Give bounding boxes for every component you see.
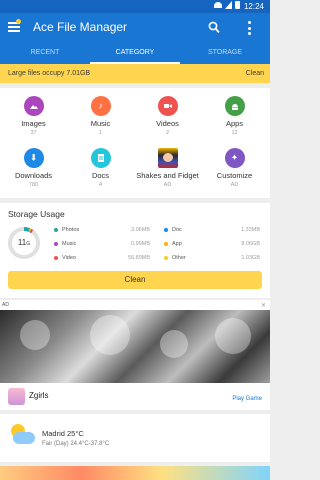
image-icon <box>23 96 44 116</box>
legend-doc: Doc 1.33MB <box>164 227 264 233</box>
category-downloads[interactable]: ⬇ Downloads 780 <box>0 148 67 188</box>
category-images[interactable]: Images 37 <box>0 96 67 136</box>
document-icon <box>90 148 111 168</box>
storage-usage-heading: Storage Usage <box>8 209 65 219</box>
tab-category[interactable]: CATEGORY <box>90 44 180 64</box>
wifi-icon <box>214 2 222 8</box>
storage-ring-chart: 11G <box>8 227 40 259</box>
storage-total: 11G <box>12 231 36 255</box>
status-time: 12:24 <box>243 2 264 11</box>
category-music[interactable]: ♪ Music 1 <box>67 96 134 136</box>
category-label: Music <box>90 119 111 128</box>
ad-tag: AD <box>2 302 9 308</box>
ad-play-game-link[interactable]: Play Game <box>232 396 262 402</box>
legend-music: Music 0.99MB <box>54 241 154 247</box>
legend-other: Other 1.03GB <box>164 255 264 261</box>
weather-city-temp: Madrid 25°C <box>42 429 84 438</box>
category-label: Images <box>21 119 46 128</box>
ad-close-icon[interactable]: ✕ <box>261 302 266 309</box>
category-label: Videos <box>156 119 179 128</box>
app-title: Ace File Manager <box>33 20 128 34</box>
music-icon: ♪ <box>90 96 111 116</box>
legend-video: Video 56.89MB <box>54 255 154 261</box>
app-bar: Ace File Manager <box>0 13 270 44</box>
category-count: 2 <box>165 130 170 136</box>
video-icon <box>157 96 178 116</box>
storage-usage-card: Storage Usage 11G Photos 3.06MB Doc 1.33… <box>0 203 270 298</box>
menu-icon[interactable] <box>8 19 21 33</box>
android-icon <box>224 96 245 116</box>
category-count: AD <box>230 182 239 188</box>
status-icons <box>214 1 240 9</box>
battery-icon <box>235 1 240 9</box>
game-icon <box>157 148 178 168</box>
tab-storage[interactable]: STORAGE <box>180 44 270 64</box>
category-count: 4 <box>98 182 103 188</box>
category-apps[interactable]: Apps 12 <box>201 96 268 136</box>
download-icon: ⬇ <box>23 148 44 168</box>
legend-app: App 8.06GB <box>164 241 264 247</box>
notification-dot-icon <box>16 19 21 24</box>
partly-cloudy-icon <box>9 424 35 446</box>
category-count: 1 <box>98 130 103 136</box>
category-count: 12 <box>231 130 238 136</box>
category-customize[interactable]: ✦ Customize AD <box>201 148 268 188</box>
ad-card[interactable]: AD ✕ Zgirls Play Game <box>0 300 270 410</box>
category-count: 37 <box>30 130 37 136</box>
category-count: 780 <box>28 182 39 188</box>
tab-bar: RECENT CATEGORY STORAGE <box>0 44 270 64</box>
large-files-banner: Large files occupy 7.01GB Clean <box>0 64 270 83</box>
more-options-icon[interactable] <box>248 21 252 35</box>
signal-icon <box>225 1 232 9</box>
category-label: Docs <box>91 171 110 180</box>
storage-clean-button[interactable]: Clean <box>8 271 262 289</box>
category-shakes-and-fidget[interactable]: Shakes and Fidget AD <box>134 148 201 188</box>
search-icon[interactable] <box>208 21 220 35</box>
category-grid: Images 37 ♪ Music 1 Videos 2 Apps 12 ⬇ D… <box>0 88 270 198</box>
bottom-ad-banner[interactable] <box>0 466 270 480</box>
weather-description: Fair (Day) 24.4°C-37.8°C <box>42 441 110 447</box>
tab-recent[interactable]: RECENT <box>0 44 90 64</box>
category-videos[interactable]: Videos 2 <box>134 96 201 136</box>
ad-app-name[interactable]: Zgirls <box>29 391 49 400</box>
legend-photos: Photos 3.06MB <box>54 227 154 233</box>
category-label: Shakes and Fidget <box>136 171 199 180</box>
ad-artwork-image[interactable] <box>0 310 270 383</box>
category-label: Customize <box>216 171 253 180</box>
status-bar: 12:24 <box>0 0 270 13</box>
category-docs[interactable]: Docs 4 <box>67 148 134 188</box>
banner-clean-button[interactable]: Clean <box>246 70 264 77</box>
customize-icon: ✦ <box>224 148 245 168</box>
category-count: AD <box>163 182 172 188</box>
large-files-message: Large files occupy 7.01GB <box>8 70 91 77</box>
category-label: Apps <box>225 119 244 128</box>
category-label: Downloads <box>14 171 53 180</box>
ad-app-icon[interactable] <box>8 388 25 405</box>
weather-card[interactable]: Madrid 25°C Fair (Day) 24.4°C-37.8°C <box>0 414 270 462</box>
